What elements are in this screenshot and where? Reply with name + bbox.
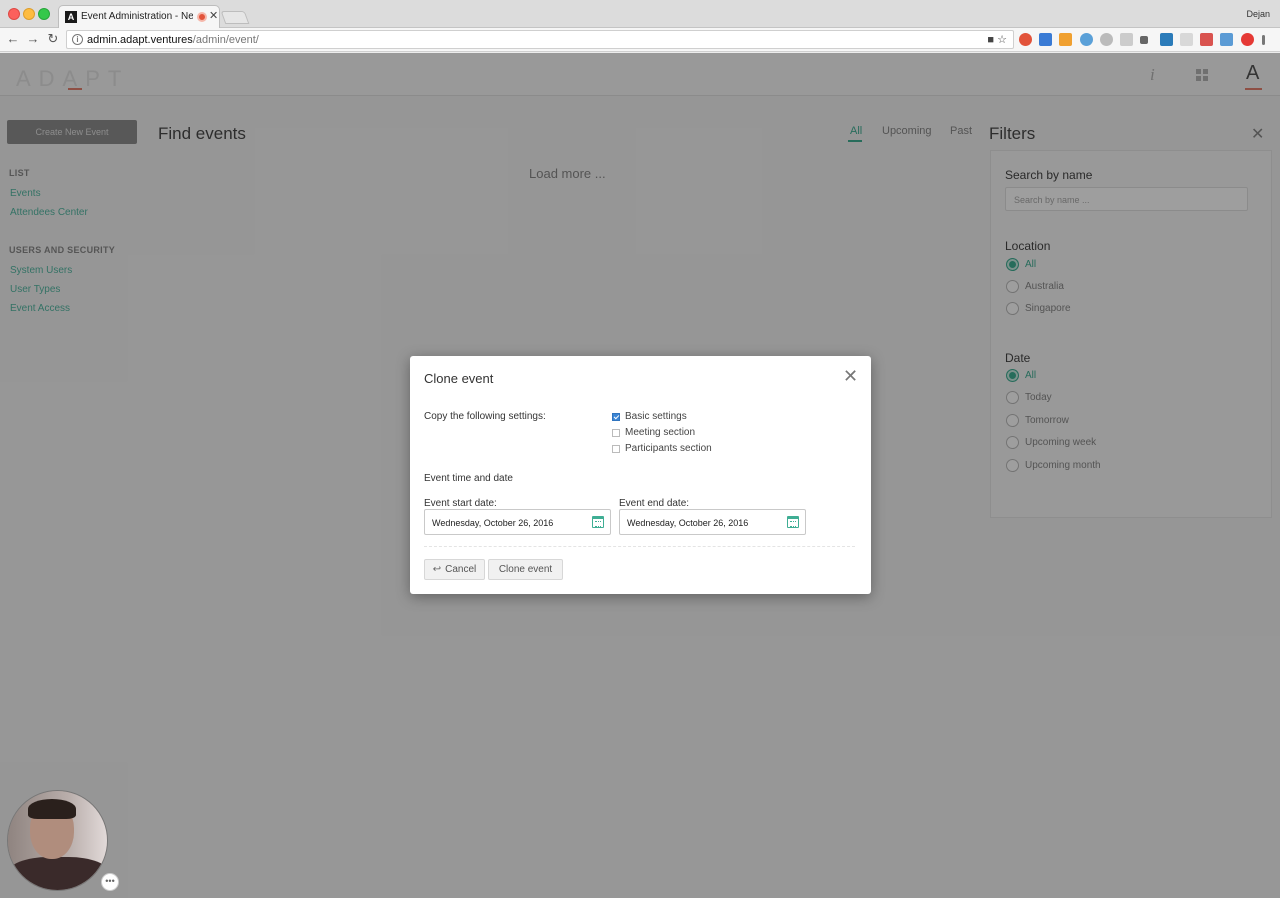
address-bar[interactable]: i admin.adapt.ventures/admin/event/ ■ ☆ [66,30,1014,49]
tab-close-icon[interactable]: ✕ [209,9,218,22]
webcam-preview[interactable] [7,790,108,891]
more-options-icon[interactable]: ••• [101,873,119,891]
new-tab-button[interactable] [220,11,250,24]
extension-icon[interactable] [1080,33,1093,46]
url-text: admin.adapt.ventures/admin/event/ [87,34,259,46]
close-icon[interactable]: ✕ [843,366,858,387]
calendar-icon[interactable] [787,516,799,528]
clone-event-dialog: Clone event ✕ Copy the following setting… [410,356,871,594]
end-date-field[interactable]: Wednesday, October 26, 2016 [619,509,806,535]
cancel-button[interactable]: ↩ Cancel [424,559,485,580]
recording-icon [197,12,207,22]
extension-icon[interactable] [1100,33,1113,46]
start-date-field[interactable]: Wednesday, October 26, 2016 [424,509,611,535]
basic-settings-checkbox[interactable] [612,413,620,421]
end-date-label: Event end date: [619,498,690,509]
event-time-section-label: Event time and date [424,473,513,484]
extension-icon[interactable] [1140,36,1148,44]
extension-icon[interactable] [1059,33,1072,46]
copy-settings-label: Copy the following settings: [424,411,546,422]
extension-icon[interactable] [1120,33,1133,46]
site-info-icon[interactable]: i [72,34,83,45]
extension-icon[interactable] [1039,33,1052,46]
undo-arrow-icon: ↩ [432,564,442,575]
clone-event-button[interactable]: Clone event [488,559,563,580]
extension-icon[interactable] [1200,33,1213,46]
browser-menu-icon[interactable] [1262,35,1265,45]
tab-title: Event Administration - Nexin [81,11,193,22]
cancel-label: Cancel [445,564,477,575]
browser-tab[interactable]: A Event Administration - Nexin ✕ [58,5,220,28]
webcam-person-body [8,857,107,890]
forward-arrow-icon[interactable]: → [25,31,41,46]
back-arrow-icon[interactable]: ← [5,31,21,46]
extension-icon[interactable] [1180,33,1193,46]
camera-icon[interactable]: ■ [987,34,994,46]
dialog-title: Clone event [424,371,494,386]
checkbox-label[interactable]: Basic settings [625,411,687,422]
calendar-icon[interactable] [592,516,604,528]
start-date-value: Wednesday, October 26, 2016 [432,518,554,528]
extension-icon[interactable] [1019,33,1032,46]
dialog-divider [424,546,855,547]
checkbox-label[interactable]: Participants section [625,443,712,454]
checkbox-label[interactable]: Meeting section [625,427,695,438]
browser-titlebar: A Event Administration - Nexin ✕ Dejan [0,0,1280,28]
browser-profile-name[interactable]: Dejan [1246,9,1270,19]
reload-icon[interactable]: ↻ [45,31,61,47]
end-date-value: Wednesday, October 26, 2016 [627,518,749,528]
extension-icon[interactable] [1220,33,1233,46]
adapt-favicon-icon: A [65,11,77,23]
extension-icon[interactable] [1241,33,1254,46]
omnibox-actions: ■ ☆ [987,33,1007,46]
meeting-section-checkbox[interactable] [612,429,620,437]
webcam-person-hair [28,799,76,819]
participants-section-checkbox[interactable] [612,445,620,453]
bookmark-star-icon[interactable]: ☆ [997,34,1007,46]
minimize-window-button[interactable] [23,8,35,20]
extension-icon[interactable] [1160,33,1173,46]
close-window-button[interactable] [8,8,20,20]
maximize-window-button[interactable] [38,8,50,20]
start-date-label: Event start date: [424,498,497,509]
